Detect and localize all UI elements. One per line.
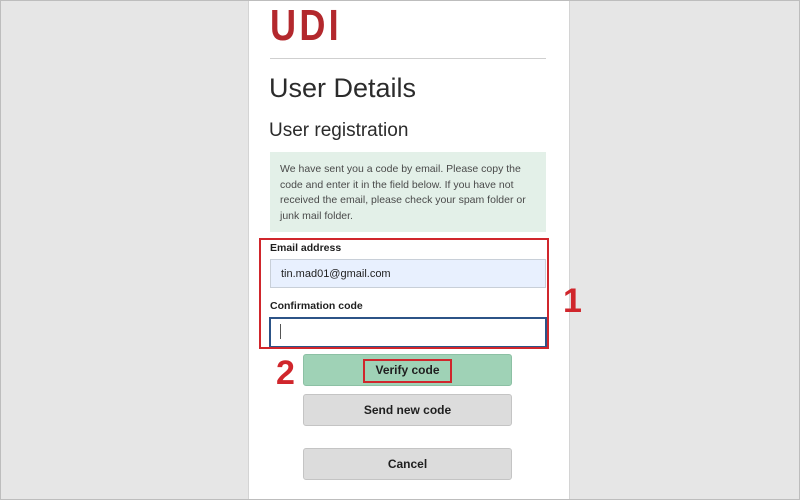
info-message-box: We have sent you a code by email. Please…	[270, 152, 546, 232]
info-message-text: We have sent you a code by email. Please…	[280, 163, 526, 222]
annotation-marker-2: 2	[276, 354, 295, 392]
page-title: User Details	[269, 73, 417, 103]
annotation-highlight-fields	[259, 238, 549, 349]
page-subtitle: User registration	[269, 120, 409, 141]
cancel-button[interactable]: Cancel	[303, 448, 512, 480]
header-divider	[270, 58, 546, 59]
verify-code-button[interactable]: Verify code	[303, 354, 512, 386]
send-new-code-button[interactable]: Send new code	[303, 394, 512, 426]
udi-logo: UDI	[270, 1, 342, 50]
cancel-label: Cancel	[387, 457, 428, 471]
annotation-marker-1: 1	[563, 282, 582, 320]
verify-code-label: Verify code	[375, 363, 440, 377]
send-new-code-label: Send new code	[363, 403, 452, 417]
